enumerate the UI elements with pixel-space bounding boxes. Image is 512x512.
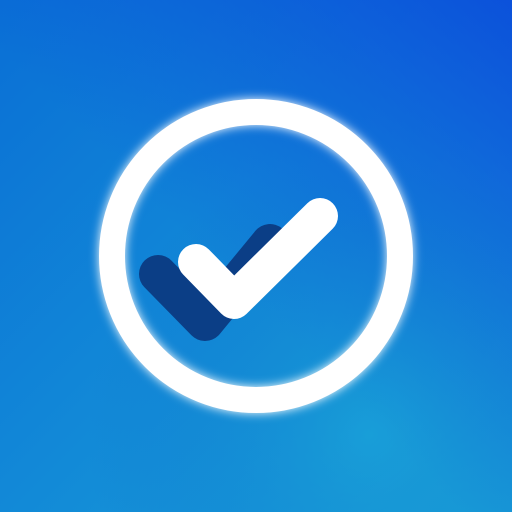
app-icon[interactable] xyxy=(0,0,512,512)
checkmark-circle-icon xyxy=(0,0,512,512)
